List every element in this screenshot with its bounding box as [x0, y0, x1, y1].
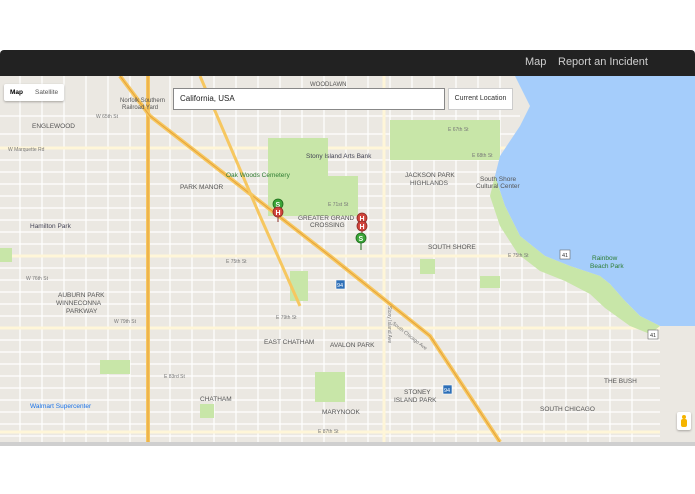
label-auburn-park: AUBURN PARK	[58, 292, 105, 299]
label-cultural-center: Cultural Center	[476, 183, 521, 190]
label-winneconna: WINNECONNA	[56, 300, 102, 307]
label-island-park: ISLAND PARK	[394, 397, 437, 404]
label-e-68th: E 68th St	[472, 153, 493, 159]
label-jackson-park: JACKSON PARK	[405, 172, 455, 179]
small-park-5	[200, 404, 214, 418]
shield-41-south: 41	[647, 329, 659, 340]
label-e-87th: E 87th St	[318, 429, 339, 435]
map-type-control: Map Satellite	[4, 84, 65, 101]
label-w-79th: W 79th St	[114, 319, 137, 325]
label-walmart: Walmart Supercenter	[30, 403, 92, 410]
label-e-75th-east: E 75th St	[508, 253, 529, 259]
map-svg: WOODLAWN Norfolk Southern Railroad Yard …	[0, 76, 695, 442]
label-oak-woods-cemetery: Oak Woods Cemetery	[226, 172, 291, 179]
svg-text:41: 41	[562, 253, 568, 259]
shield-41: 41	[559, 249, 571, 260]
small-park-2	[315, 372, 345, 402]
label-marynook: MARYNOOK	[322, 409, 360, 416]
location-search-input[interactable]: California, USA	[173, 88, 445, 110]
svg-text:94: 94	[337, 283, 343, 289]
street-view-pegman-icon[interactable]	[677, 412, 691, 430]
label-chatham: CHATHAM	[200, 396, 232, 403]
label-park-manor: PARK MANOR	[180, 184, 224, 191]
label-south-shore-cultural: South Shore	[480, 176, 517, 183]
label-marquette: W Marquette Rd	[8, 147, 45, 153]
map-bottom-scrollbar[interactable]	[0, 442, 695, 446]
pegman-body	[681, 419, 687, 427]
label-east-chatham: EAST CHATHAM	[264, 339, 314, 346]
label-railroad-yard: Railroad Yard	[122, 105, 158, 111]
label-south-shore: SOUTH SHORE	[428, 244, 476, 251]
small-park-4	[100, 360, 130, 374]
label-w-76th: W 76th St	[26, 276, 49, 282]
label-greater-grand: GREATER GRAND	[298, 215, 355, 222]
svg-text:41: 41	[650, 333, 656, 339]
label-the-bush: THE BUSH	[604, 378, 637, 385]
current-location-button[interactable]: Current Location	[448, 88, 513, 110]
label-e-71st: E 71st St	[328, 202, 349, 208]
svg-text:S: S	[359, 236, 364, 243]
svg-text:H: H	[360, 224, 365, 231]
label-w-65th: W 65th St	[96, 114, 119, 120]
svg-text:94: 94	[444, 388, 450, 394]
label-e-79th: E 79th St	[276, 315, 297, 321]
small-park-3	[420, 259, 435, 274]
svg-text:H: H	[276, 210, 281, 217]
nav-map-link[interactable]: Map	[525, 56, 546, 68]
label-stony-island-arts-bank: Stony Island Arts Bank	[306, 153, 372, 160]
small-park-6	[480, 276, 500, 288]
shield-94: 94	[335, 279, 346, 290]
top-navbar: Map Report an Incident	[0, 50, 695, 76]
label-e-67th: E 67th St	[448, 127, 469, 133]
shield-94-south: 94	[442, 384, 453, 395]
label-englewood: ENGLEWOOD	[32, 123, 75, 130]
map-type-satellite-button[interactable]: Satellite	[29, 84, 64, 101]
label-avalon-park: AVALON PARK	[330, 342, 375, 349]
nav-report-incident-link[interactable]: Report an Incident	[558, 56, 648, 68]
map-canvas[interactable]: WOODLAWN Norfolk Southern Railroad Yard …	[0, 76, 695, 442]
label-e-83rd: E 83rd St	[164, 374, 185, 380]
label-crossing: CROSSING	[310, 222, 345, 229]
map-type-map-button[interactable]: Map	[4, 84, 29, 101]
label-stoney: STONEY	[404, 389, 431, 396]
label-hamilton-park: Hamilton Park	[30, 223, 72, 230]
label-south-chicago: SOUTH CHICAGO	[540, 406, 595, 413]
label-parkway: PARKWAY	[66, 308, 98, 315]
label-e-75th: E 75th St	[226, 259, 247, 265]
label-rainbow: Rainbow	[592, 255, 618, 262]
label-norfolk-southern: Norfolk Southern	[120, 98, 165, 104]
label-highlands: HIGHLANDS	[410, 180, 449, 187]
hamilton-park-area	[0, 248, 12, 262]
label-beach-park: Beach Park	[590, 263, 624, 270]
